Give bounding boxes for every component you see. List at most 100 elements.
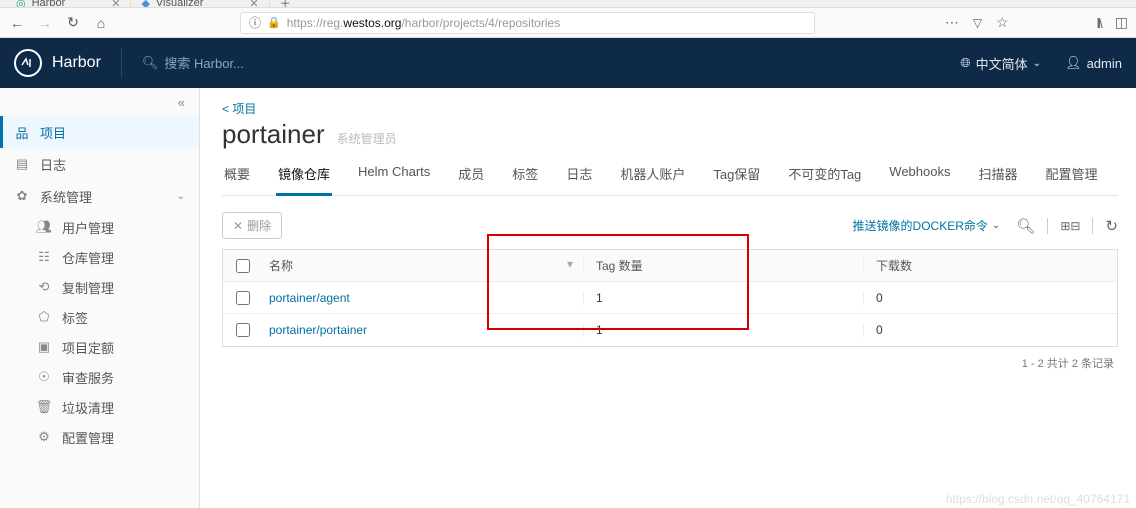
tab-repositories[interactable]: 镜像仓库: [276, 158, 332, 196]
replication-icon: ⟲: [36, 279, 52, 295]
sidebar-item-label: 垃圾清理: [62, 398, 114, 417]
row-checkbox[interactable]: [236, 291, 250, 305]
search-input[interactable]: [164, 56, 364, 71]
more-icon[interactable]: ⋯: [945, 14, 959, 31]
push-command-dropdown[interactable]: 推送镜像的DOCKER命令 ⌄: [853, 217, 1001, 234]
sidebar-item-label: 项目定额: [62, 338, 114, 357]
sidebar-item-config[interactable]: ⚙︎配置管理: [0, 422, 199, 452]
tab-labels[interactable]: 标签: [510, 158, 540, 195]
user-icon: 👤︎: [1065, 55, 1082, 71]
browser-tab[interactable]: ◆Visualizer✕: [131, 0, 269, 7]
sidebar-item-label: 日志: [40, 155, 66, 174]
collapse-sidebar-button[interactable]: «: [0, 88, 199, 116]
toolbar: ✕删除 推送镜像的DOCKER命令 ⌄ 🔍︎ ⊞⊟ ↻: [222, 212, 1118, 239]
table-row: portainer/agent 1 0: [223, 282, 1117, 314]
tab-retention[interactable]: Tag保留: [711, 158, 762, 195]
main-content: < 项目 portainer 系统管理员 概要 镜像仓库 Helm Charts…: [200, 88, 1136, 508]
delete-button[interactable]: ✕删除: [222, 212, 282, 239]
sidebar-item-registries[interactable]: ☷仓库管理: [0, 242, 199, 272]
sidebar-item-label: 审查服务: [62, 368, 114, 387]
globe-icon: 🌐︎: [960, 55, 970, 71]
language-label: 中文简体: [976, 54, 1028, 73]
view-cards-icon[interactable]: ⊞⊟: [1060, 219, 1080, 233]
trash-icon: 🗑︎: [36, 399, 52, 415]
logo-icon: [14, 49, 42, 77]
url-text: https://reg.westos.org/harbor/projects/4…: [287, 16, 560, 30]
projects-icon: 品: [14, 123, 30, 142]
shield-icon: ☉: [36, 369, 52, 385]
browser-tab[interactable]: ◎Harbor✕: [6, 0, 131, 7]
sidebar-item-label: 标签: [62, 308, 88, 327]
sidebar-toggle-icon[interactable]: ◫: [1115, 14, 1128, 31]
repositories-table: 名称▾ Tag 数量 下载数 portainer/agent 1 0 porta…: [222, 249, 1118, 347]
search-icon: 🔍︎: [142, 55, 159, 71]
page-title: portainer: [222, 119, 325, 150]
column-tags[interactable]: Tag 数量: [583, 257, 863, 274]
tab-summary[interactable]: 概要: [222, 158, 252, 195]
app-logo[interactable]: Harbor: [14, 49, 101, 77]
breadcrumb-back[interactable]: < 项目: [222, 100, 1118, 117]
info-icon: ⓘ: [249, 14, 261, 31]
save-icon[interactable]: ▽: [973, 16, 982, 30]
reload-button[interactable]: ↻: [64, 14, 82, 32]
home-button[interactable]: ⌂: [92, 14, 110, 32]
sidebar-item-label: 项目: [40, 123, 66, 142]
tab-immutable[interactable]: 不可变的Tag: [786, 158, 863, 195]
language-selector[interactable]: 🌐︎ 中文简体 ⌄: [960, 54, 1041, 73]
tab-robot[interactable]: 机器人账户: [618, 158, 687, 195]
new-tab-button[interactable]: ＋: [270, 0, 301, 7]
sidebar-item-label: 配置管理: [62, 428, 114, 447]
sidebar-item-label: 系统管理: [40, 187, 92, 206]
repo-link[interactable]: portainer/portainer: [263, 323, 583, 337]
project-tabs: 概要 镜像仓库 Helm Charts 成员 标签 日志 机器人账户 Tag保留…: [222, 158, 1118, 196]
watermark: https://blog.csdn.net/qq_40764171: [946, 492, 1130, 506]
table-row: portainer/portainer 1 0: [223, 314, 1117, 346]
sidebar-item-labels[interactable]: ⬠ 标签: [0, 302, 199, 332]
admin-icon: ✿: [14, 188, 30, 204]
tag-count: 1: [583, 323, 863, 337]
user-menu[interactable]: 👤︎ admin: [1065, 55, 1122, 71]
registry-icon: ☷: [36, 249, 52, 265]
sidebar: « 品 项目 ▤ 日志 ✿ 系统管理 ⌄ 👥︎用户管理 ☷仓库管理 ⟲复制管理 …: [0, 88, 200, 508]
tab-config[interactable]: 配置管理: [1043, 158, 1099, 195]
repo-link[interactable]: portainer/agent: [263, 291, 583, 305]
row-checkbox[interactable]: [236, 323, 250, 337]
tab-members[interactable]: 成员: [456, 158, 486, 195]
browser-tab-strip: ◎Harbor✕ ◆Visualizer✕ ＋: [0, 0, 1136, 8]
global-search[interactable]: 🔍︎: [142, 55, 365, 71]
sidebar-item-logs[interactable]: ▤ 日志: [0, 148, 199, 180]
app-name: Harbor: [52, 54, 101, 72]
sidebar-item-label: 用户管理: [62, 218, 114, 237]
select-all-checkbox[interactable]: [236, 259, 250, 273]
filter-icon[interactable]: ▾: [567, 257, 573, 271]
refresh-icon[interactable]: ↻: [1105, 217, 1118, 235]
label-icon: ⬠: [36, 309, 52, 325]
sidebar-item-administration[interactable]: ✿ 系统管理 ⌄: [0, 180, 199, 212]
table-footer: 1 - 2 共计 2 条记录: [222, 347, 1118, 371]
library-icon[interactable]: ll\: [1097, 15, 1101, 31]
sidebar-item-gc[interactable]: 🗑︎ 垃圾清理: [0, 392, 199, 422]
column-downloads[interactable]: 下载数: [863, 257, 1117, 274]
tab-logs[interactable]: 日志: [564, 158, 594, 195]
browser-toolbar: ← → ↻ ⌂ ⓘ 🔒 https://reg.westos.org/harbo…: [0, 8, 1136, 38]
table-header: 名称▾ Tag 数量 下载数: [223, 250, 1117, 282]
sidebar-item-projects[interactable]: 品 项目: [0, 116, 199, 148]
download-count: 0: [863, 291, 1117, 305]
app-header: Harbor 🔍︎ 🌐︎ 中文简体 ⌄ 👤︎ admin: [0, 38, 1136, 88]
tab-helm[interactable]: Helm Charts: [356, 158, 432, 195]
sidebar-item-label: 复制管理: [62, 278, 114, 297]
sidebar-item-users[interactable]: 👥︎用户管理: [0, 212, 199, 242]
sidebar-item-replication[interactable]: ⟲ 复制管理: [0, 272, 199, 302]
forward-button[interactable]: →: [36, 14, 54, 32]
tab-webhooks[interactable]: Webhooks: [887, 158, 952, 195]
tab-scanner[interactable]: 扫描器: [976, 158, 1019, 195]
column-name[interactable]: 名称▾: [263, 257, 583, 274]
search-icon[interactable]: 🔍︎: [1016, 217, 1035, 235]
address-bar[interactable]: ⓘ 🔒 https://reg.westos.org/harbor/projec…: [240, 12, 815, 34]
sidebar-item-quotas[interactable]: ▣项目定额: [0, 332, 199, 362]
download-count: 0: [863, 323, 1117, 337]
back-button[interactable]: ←: [8, 14, 26, 32]
sidebar-item-interrogation[interactable]: ☉ 审查服务: [0, 362, 199, 392]
star-icon[interactable]: ☆: [996, 14, 1009, 31]
chevron-down-icon: ⌄: [1033, 58, 1041, 69]
